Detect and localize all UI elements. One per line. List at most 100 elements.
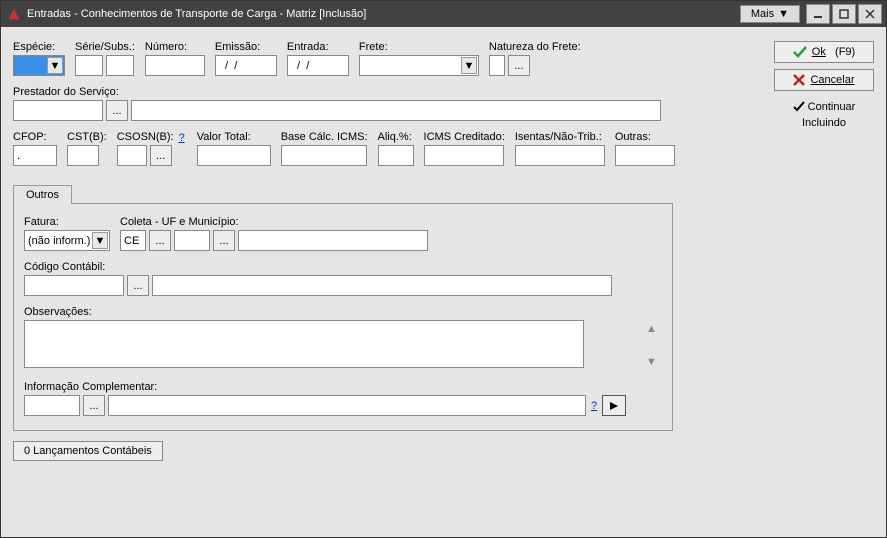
field-outras: Outras: [615,131,675,166]
field-icmscred: ICMS Creditado: [424,131,505,166]
chevron-down-icon: ▼ [646,356,660,368]
chevron-up-icon: ▲ [646,323,660,335]
label-coleta: Coleta - UF e Município: [120,216,428,228]
label-frete: Frete: [359,41,479,53]
municipio-name-input[interactable] [238,230,428,251]
label-csosnb: CSOSN(B): [117,131,174,143]
client-area: Espécie: ▼ Série/Subs.: Número: [1,27,886,537]
continue-label-1: Continuar [808,101,856,113]
infocomp-desc-input[interactable] [108,395,586,416]
especie-select[interactable] [13,55,65,76]
entrada-input[interactable] [287,55,349,76]
csosnb-input[interactable] [117,145,147,166]
label-entrada: Entrada: [287,41,349,53]
x-icon [793,74,805,86]
label-cstb: CST(B): [67,131,107,143]
chevron-down-icon: ▼ [778,8,789,20]
serie-input[interactable] [75,55,103,76]
maximize-button[interactable] [832,4,856,24]
field-cstb: CST(B): [67,131,107,166]
valortotal-input[interactable] [197,145,271,166]
play-button[interactable] [602,395,626,416]
field-numero: Número: [145,41,205,76]
uf-lookup-button[interactable]: ... [149,230,171,251]
right-panel: Ok (F9) Cancelar Continuar Incluindo [774,41,874,525]
subs-input[interactable] [106,55,134,76]
field-natureza: Natureza do Frete: ... [489,41,581,76]
label-infocomp: Informação Complementar: [24,381,662,393]
codcontabil-input[interactable] [24,275,124,296]
label-serie: Série/Subs.: [75,41,135,53]
ok-shortcut: (F9) [835,46,855,58]
label-numero: Número: [145,41,205,53]
cancel-label: Cancelar [810,74,854,86]
obs-textarea[interactable] [24,320,584,368]
numero-input[interactable] [145,55,205,76]
frete-select[interactable] [359,55,479,76]
infocomp-code-input[interactable] [24,395,80,416]
codcontabil-desc-input[interactable] [152,275,612,296]
row-1: Espécie: ▼ Série/Subs.: Número: [13,41,766,76]
emissao-input[interactable] [215,55,277,76]
field-coleta: Coleta - UF e Município: ... ... [120,216,428,251]
label-isentas: Isentas/Não-Trib.: [515,131,605,143]
fatura-select[interactable] [24,230,110,251]
help-link[interactable]: ? [177,132,187,144]
infocomp-lookup-button[interactable]: ... [83,395,105,416]
close-button[interactable] [858,4,882,24]
label-obs: Observações: [24,306,662,318]
label-aliq: Aliq.%: [378,131,414,143]
cfop-input[interactable] [13,145,57,166]
minimize-button[interactable] [806,4,830,24]
field-basecalc: Base Cálc. ICMS: [281,131,368,166]
codcontabil-lookup-button[interactable]: ... [127,275,149,296]
cstb-input[interactable] [67,145,99,166]
field-serie: Série/Subs.: [75,41,135,76]
lancamentos-label: 0 Lançamentos Contábeis [24,445,152,457]
help-link[interactable]: ? [589,400,599,412]
label-basecalc: Base Cálc. ICMS: [281,131,368,143]
row-3: CFOP: CST(B): CSOSN(B): ? ... [13,131,766,166]
ok-button[interactable]: Ok (F9) [774,41,874,63]
label-valortotal: Valor Total: [197,131,271,143]
window: Entradas - Conhecimentos de Transporte d… [0,0,887,538]
basecalc-input[interactable] [281,145,367,166]
aliq-input[interactable] [378,145,414,166]
lancamentos-button[interactable]: 0 Lançamentos Contábeis [13,441,163,461]
field-isentas: Isentas/Não-Trib.: [515,131,605,166]
row-fatura-coleta: Fatura: ▼ Coleta - UF e Município: ... [24,216,662,251]
uf-input[interactable] [120,230,146,251]
label-icmscred: ICMS Creditado: [424,131,505,143]
csosnb-lookup-button[interactable]: ... [150,145,172,166]
natureza-input[interactable] [489,55,505,76]
tab-panel-outros: Fatura: ▼ Coleta - UF e Município: ... [13,203,673,431]
tab-outros[interactable]: Outros [13,185,72,204]
footer-buttons: 0 Lançamentos Contábeis [13,441,766,461]
field-obs: Observações: ▲▼ [24,306,662,371]
field-especie: Espécie: ▼ [13,41,65,76]
field-codcontabil: Código Contábil: ... [24,261,662,296]
municipio-lookup-button[interactable]: ... [213,230,235,251]
outras-input[interactable] [615,145,675,166]
prestador-name-input[interactable] [131,100,661,121]
natureza-lookup-button[interactable]: ... [508,55,530,76]
prestador-code-input[interactable] [13,100,103,121]
field-cfop: CFOP: [13,131,57,166]
cancel-button[interactable]: Cancelar [774,69,874,91]
field-emissao: Emissão: [215,41,277,76]
close-icon [865,9,875,19]
continue-checkbox[interactable]: Continuar Incluindo [774,101,874,129]
maximize-icon [839,9,849,19]
titlebar: Entradas - Conhecimentos de Transporte d… [1,1,886,27]
scroll-spinner[interactable]: ▲▼ [646,320,660,371]
mais-button[interactable]: Mais ▼ [740,5,800,23]
prestador-lookup-button[interactable]: ... [106,100,128,121]
label-fatura: Fatura: [24,216,110,228]
window-title: Entradas - Conhecimentos de Transporte d… [27,8,740,20]
municipio-code-input[interactable] [174,230,210,251]
icmscred-input[interactable] [424,145,504,166]
mais-label: Mais [751,8,774,20]
isentas-input[interactable] [515,145,605,166]
field-infocomp: Informação Complementar: ... ? [24,381,662,416]
label-emissao: Emissão: [215,41,277,53]
